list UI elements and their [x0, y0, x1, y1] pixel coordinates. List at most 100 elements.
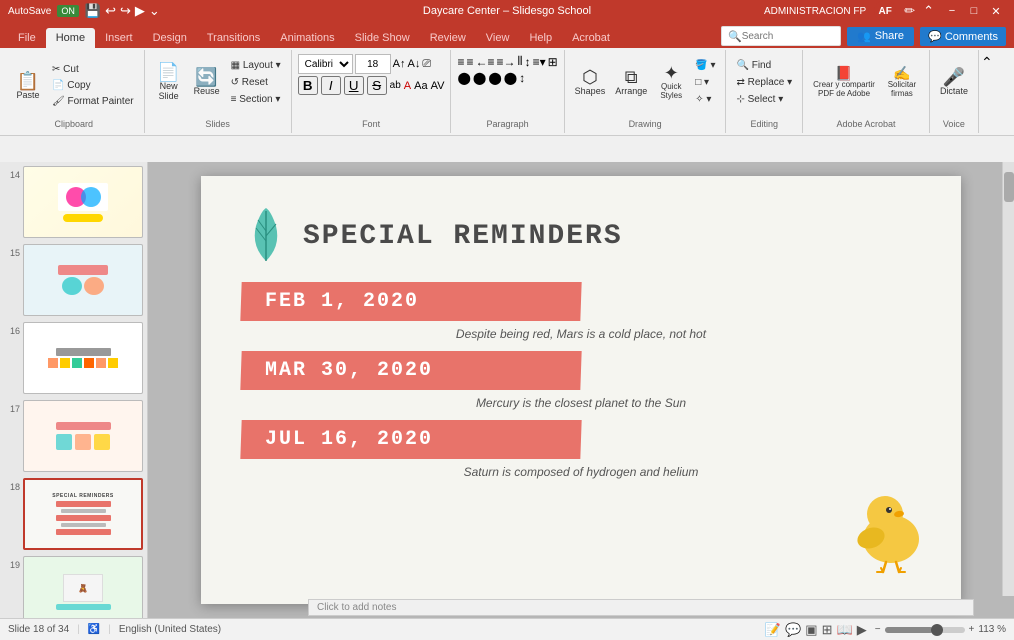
align-left-button[interactable]: ⬤: [457, 71, 470, 85]
numbered-list-button[interactable]: ≡: [466, 55, 473, 69]
select-button[interactable]: ⊹ Select ▾: [732, 92, 796, 107]
slide-thumb-18[interactable]: 18 SPECIAL REMINDERS: [4, 478, 143, 550]
shape-effects-button[interactable]: ✧ ▾: [691, 92, 719, 107]
increase-indent-button[interactable]: ≡→: [497, 55, 516, 69]
text-direction-button[interactable]: ↕: [525, 55, 531, 69]
redo-icon[interactable]: ↪: [120, 3, 131, 19]
save-icon[interactable]: 💾: [85, 3, 101, 19]
font-decrease-icon[interactable]: A↓: [408, 58, 421, 70]
text-shadow-button[interactable]: ab: [390, 80, 401, 91]
slide-preview-19[interactable]: 🧸: [23, 556, 143, 618]
section-button[interactable]: ≡ Section ▾: [227, 92, 285, 107]
slide-sorter-icon[interactable]: ⊞: [822, 622, 833, 638]
comments-panel-icon[interactable]: 💬: [785, 622, 801, 638]
clear-format-icon[interactable]: ⎚: [422, 58, 431, 71]
tab-animations[interactable]: Animations: [270, 28, 344, 48]
zoom-in-button[interactable]: +: [969, 624, 975, 635]
language[interactable]: English (United States): [119, 624, 221, 635]
request-signatures-button[interactable]: ✍ Solicitarfirmas: [881, 54, 923, 110]
present-icon[interactable]: ▶: [135, 3, 145, 19]
decrease-indent-button[interactable]: ←≡: [476, 55, 495, 69]
search-input[interactable]: [742, 31, 832, 42]
close-button[interactable]: ✕: [986, 3, 1006, 19]
tab-view[interactable]: View: [476, 28, 520, 48]
shape-outline-button[interactable]: □ ▾: [691, 75, 719, 90]
italic-button[interactable]: I: [321, 76, 341, 95]
smartart-button[interactable]: ⊞: [548, 55, 558, 69]
align-text-button[interactable]: ≡▾: [533, 55, 546, 69]
replace-button[interactable]: ⇄ Replace ▾: [732, 75, 796, 90]
tab-insert[interactable]: Insert: [95, 28, 143, 48]
slide-preview-15[interactable]: [23, 244, 143, 316]
slide-thumb-19[interactable]: 19 🧸: [4, 556, 143, 618]
tab-transitions[interactable]: Transitions: [197, 28, 270, 48]
slide-thumb-17[interactable]: 17: [4, 400, 143, 472]
reuse-slides-button[interactable]: 🔄 Reuse: [189, 54, 225, 110]
tab-acrobat[interactable]: Acrobat: [562, 28, 620, 48]
paste-button[interactable]: 📋 Paste: [10, 58, 46, 114]
quick-styles-button[interactable]: ✦ QuickStyles: [653, 54, 689, 110]
ribbon-collapse-icon[interactable]: ⌃: [923, 3, 934, 19]
slide-preview-17[interactable]: [23, 400, 143, 472]
vertical-scrollbar[interactable]: [1002, 162, 1014, 596]
slide-thumb-15[interactable]: 15: [4, 244, 143, 316]
zoom-out-button[interactable]: −: [875, 624, 881, 635]
slide-thumb-16[interactable]: 16: [4, 322, 143, 394]
find-button[interactable]: 🔍 Find: [732, 58, 796, 73]
click-to-add-notes[interactable]: Click to add notes: [308, 599, 974, 616]
user-avatar[interactable]: AF: [874, 0, 896, 22]
tab-slideshow[interactable]: Slide Show: [345, 28, 420, 48]
bold-button[interactable]: B: [298, 76, 318, 95]
undo-icon[interactable]: ↩: [105, 3, 116, 19]
scrollbar-thumb[interactable]: [1004, 172, 1014, 202]
pen-icon[interactable]: ✏: [904, 3, 915, 19]
comments-button[interactable]: 💬 Comments: [920, 27, 1006, 46]
normal-view-icon[interactable]: ▣: [805, 622, 817, 638]
tab-file[interactable]: File: [8, 28, 46, 48]
slide-preview-16[interactable]: [23, 322, 143, 394]
char-spacing-button[interactable]: AV: [431, 80, 445, 92]
font-color-button[interactable]: A: [404, 80, 411, 92]
ribbon-collapse-button[interactable]: ⌃: [981, 54, 993, 71]
shapes-button[interactable]: ⬡ Shapes: [571, 54, 610, 110]
search-box[interactable]: 🔍: [721, 26, 841, 46]
reset-button[interactable]: ↺ Reset: [227, 75, 285, 90]
accessibility-icon[interactable]: ♿: [88, 624, 100, 635]
strikethrough-button[interactable]: S: [367, 76, 387, 95]
arrange-button[interactable]: ⧉ Arrange: [611, 54, 651, 110]
autosave-toggle[interactable]: ON: [57, 5, 79, 17]
slideshow-icon[interactable]: ▶: [857, 622, 867, 638]
layout-button[interactable]: ▦ Layout ▾: [227, 58, 285, 73]
create-pdf-button[interactable]: 📕 Crear y compartirPDF de Adobe: [809, 54, 879, 110]
tab-home[interactable]: Home: [46, 28, 95, 48]
underline-button[interactable]: U: [344, 76, 364, 95]
bullet-list-button[interactable]: ≡: [457, 55, 464, 69]
font-highlight-button[interactable]: Aa: [414, 80, 427, 92]
justify-button[interactable]: ⬤: [504, 71, 517, 85]
font-size-input[interactable]: [355, 54, 391, 74]
cut-button[interactable]: ✂ Cut: [48, 62, 138, 77]
zoom-slider[interactable]: [885, 627, 965, 633]
align-right-button[interactable]: ⬤: [488, 71, 501, 85]
line-spacing-button[interactable]: ↕: [519, 71, 525, 85]
tab-help[interactable]: Help: [519, 28, 562, 48]
align-center-button[interactable]: ⬤: [473, 71, 486, 85]
maximize-button[interactable]: □: [964, 3, 984, 19]
notes-icon[interactable]: 📝: [765, 622, 781, 638]
dropdown-icon[interactable]: ⌄: [149, 3, 160, 19]
shape-fill-button[interactable]: 🪣 ▾: [691, 58, 719, 73]
font-family-select[interactable]: Calibri: [298, 54, 353, 74]
tab-design[interactable]: Design: [143, 28, 197, 48]
font-increase-icon[interactable]: A↑: [393, 58, 406, 70]
copy-button[interactable]: 📄 Copy: [48, 78, 138, 93]
tab-review[interactable]: Review: [420, 28, 476, 48]
new-slide-button[interactable]: 📄 NewSlide: [151, 54, 187, 110]
reading-view-icon[interactable]: 📖: [837, 622, 853, 638]
zoom-level[interactable]: 113 %: [978, 624, 1006, 635]
slide-preview-18[interactable]: SPECIAL REMINDERS: [23, 478, 143, 550]
minimize-button[interactable]: −: [942, 3, 962, 19]
share-button[interactable]: 👥 Share: [847, 27, 914, 46]
columns-button[interactable]: ⫴: [518, 54, 523, 69]
slide-thumb-14[interactable]: 14: [4, 166, 143, 238]
format-painter-button[interactable]: 🖌 Format Painter: [48, 94, 138, 109]
